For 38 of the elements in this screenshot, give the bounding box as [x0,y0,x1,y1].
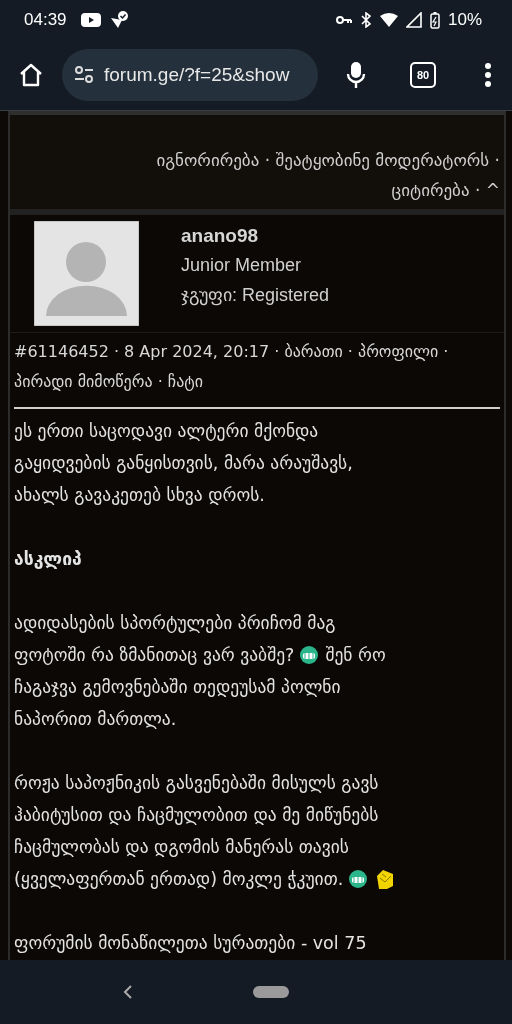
author-name[interactable]: anano98 [181,225,330,247]
tab-count-button[interactable]: 80 [410,62,436,88]
battery-percentage: 10% [447,10,482,30]
tune-icon [74,66,94,84]
post-text: ადიდასების სპორტულები პრიჩომ მაგ [14,612,336,635]
menu-icon[interactable] [484,62,492,88]
grinning-face-icon [299,645,320,665]
post-text: ნაპორით მართლა. [14,708,177,731]
signal-icon [405,12,422,28]
wifi-icon [379,13,398,27]
battery-icon [429,11,440,29]
post-text: ფორუმის მონაწილეთა სურათები - vol 75 [14,932,367,955]
post-text: ჩაგაჯვა გემოვნებაში თედეუსამ პოლნი [14,676,341,699]
video-play-icon [80,13,101,27]
home-handle[interactable] [253,986,289,998]
post-text: ჩაცმულობას და დგომის მანერას თავის [14,836,349,859]
post-heading: ასკლიპ [14,548,82,571]
grinning-face-icon [348,869,369,889]
post-text: (ყველაფერთან ერთად) მოკლე ჭკუით. [14,868,344,891]
post-text: ჰაბიტუსით და ჩაცმულობით და მე მიწუნებს [14,804,379,827]
back-icon[interactable] [123,984,133,1000]
post-meta: #61146452 · 8 Apr 2024, 20:17 · ბარათი · პროფილი · პირადი მიმოწერა · ჩატი [13,341,450,393]
post-text: გაყიდვების განყისთვის, მარა არაუშავს, [14,452,353,475]
url-field[interactable]: forum.ge/?f=25&show [62,49,318,101]
post-actions: იგნორირება · შეატყობინე მოდერატორს · ციტირება · ^ [156,150,500,200]
status-time: 04:39 [24,10,67,30]
post-text: ახალს გავაკეთებ სხვა დროს. [14,484,265,507]
post-text: როჟა საპოჟნიკის გასვენებაში მისულს გავს [14,772,379,795]
author-rank: Junior Member [181,255,303,276]
bluetooth-icon [359,12,372,28]
check-badge-icon [108,10,129,30]
microphone-icon[interactable] [346,61,366,89]
key-icon [335,15,352,25]
post-text: შენ რო [325,644,386,667]
author-group: ჯგუფი: Registered [181,284,330,306]
post-text: ფოტოში რა ზმანითაც ვარ ვაბშე? [14,644,295,667]
home-icon[interactable] [18,62,44,88]
post-text: ეს ერთი საცოდავი ალტერი მქონდა [14,420,319,443]
